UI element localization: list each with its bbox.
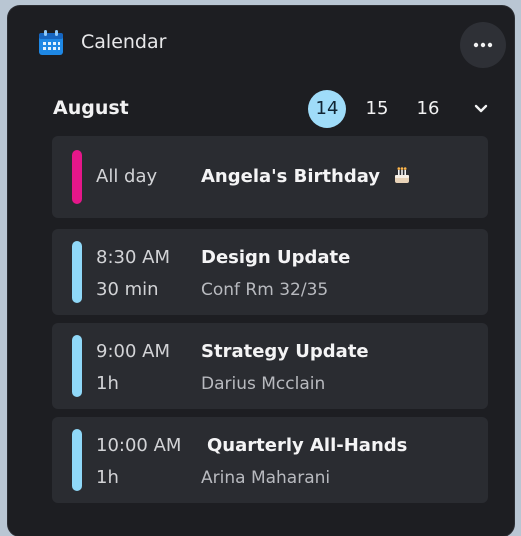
calendar-widget: Calendar August 14 15 16 All day Angela'…: [8, 6, 514, 536]
event-color-bar: [72, 241, 82, 303]
event-time: 10:00 AM: [96, 435, 182, 456]
month-label: August: [53, 97, 129, 119]
event-title: Quarterly All-Hands: [207, 435, 408, 456]
event-duration: 1h: [96, 467, 119, 488]
widget-title: Calendar: [81, 31, 167, 53]
event-color-bar: [72, 429, 82, 491]
event-time: 8:30 AM: [96, 247, 170, 268]
event-time: All day: [96, 166, 158, 187]
event-card-birthday[interactable]: All day Angela's Birthday: [52, 136, 488, 218]
event-card-quarterly-all-hands[interactable]: 10:00 AM 1h Quarterly All-Hands Arina Ma…: [52, 417, 488, 503]
event-duration: 1h: [96, 373, 119, 394]
event-card-design-update[interactable]: 8:30 AM 30 min Design Update Conf Rm 32/…: [52, 229, 488, 315]
more-horizontal-icon: [473, 42, 493, 48]
calendar-icon: [39, 30, 63, 55]
more-options-button[interactable]: [460, 22, 506, 68]
birthday-cake-icon: [395, 167, 410, 183]
event-title: Design Update: [201, 247, 351, 268]
chevron-down-icon[interactable]: [468, 96, 494, 122]
event-title: Angela's Birthday: [201, 166, 381, 187]
event-color-bar: [72, 150, 82, 204]
widget-header: Calendar: [8, 6, 514, 78]
day-16-button[interactable]: 16: [409, 90, 447, 128]
date-navigator: August 14 15 16: [8, 88, 514, 128]
event-card-strategy-update[interactable]: 9:00 AM 1h Strategy Update Darius Mcclai…: [52, 323, 488, 409]
event-title-row: Angela's Birthday: [201, 164, 412, 190]
event-title: Strategy Update: [201, 341, 369, 362]
event-detail: Arina Maharani: [201, 468, 331, 488]
event-detail: Conf Rm 32/35: [201, 280, 329, 300]
event-color-bar: [72, 335, 82, 397]
day-15-button[interactable]: 15: [358, 90, 396, 128]
event-detail: Darius Mcclain: [201, 374, 326, 394]
event-duration: 30 min: [96, 279, 159, 300]
event-time: 9:00 AM: [96, 341, 170, 362]
day-14-button[interactable]: 14: [308, 90, 346, 128]
